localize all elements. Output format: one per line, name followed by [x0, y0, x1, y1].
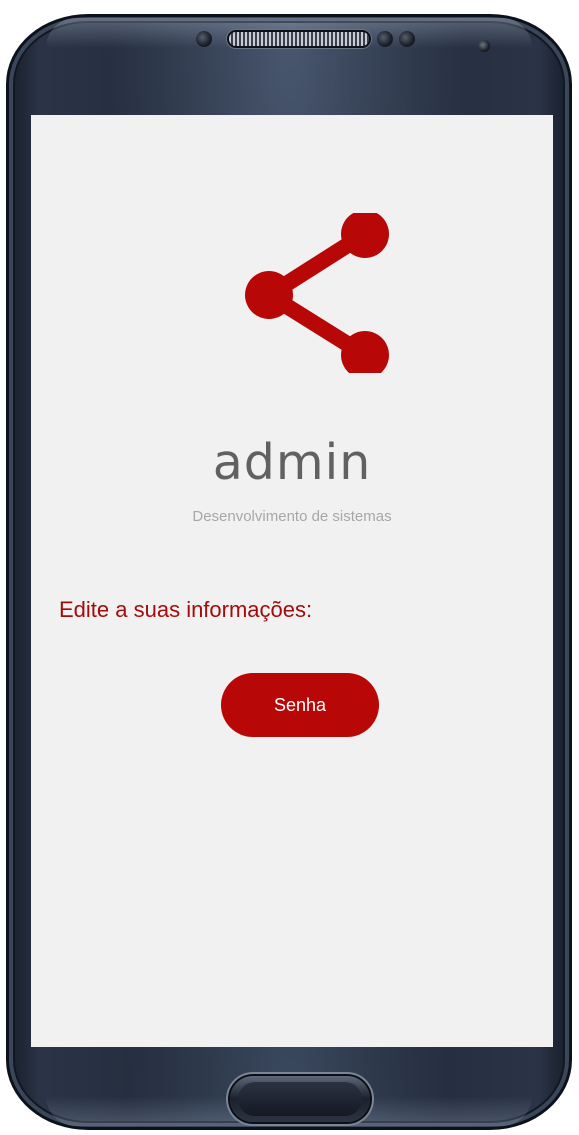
earpiece-speaker [229, 32, 369, 46]
proximity-sensor-icon [196, 31, 212, 47]
password-button[interactable]: Senha [221, 673, 379, 737]
app-screen: admin Desenvolvimento de sistemas Edite … [31, 115, 553, 1047]
share-icon [245, 213, 389, 373]
home-button[interactable] [230, 1076, 370, 1122]
home-button-face [238, 1082, 362, 1116]
profile-subtitle: Desenvolvimento de sistemas [192, 508, 392, 525]
front-camera-icon [478, 40, 490, 52]
edit-info-heading: Edite a suas informações: [59, 597, 313, 622]
profile-name: admin [212, 434, 372, 491]
sensor-icon [399, 31, 415, 47]
phone-frame: admin Desenvolvimento de sistemas Edite … [6, 14, 572, 1130]
light-sensor-icon [377, 31, 393, 47]
